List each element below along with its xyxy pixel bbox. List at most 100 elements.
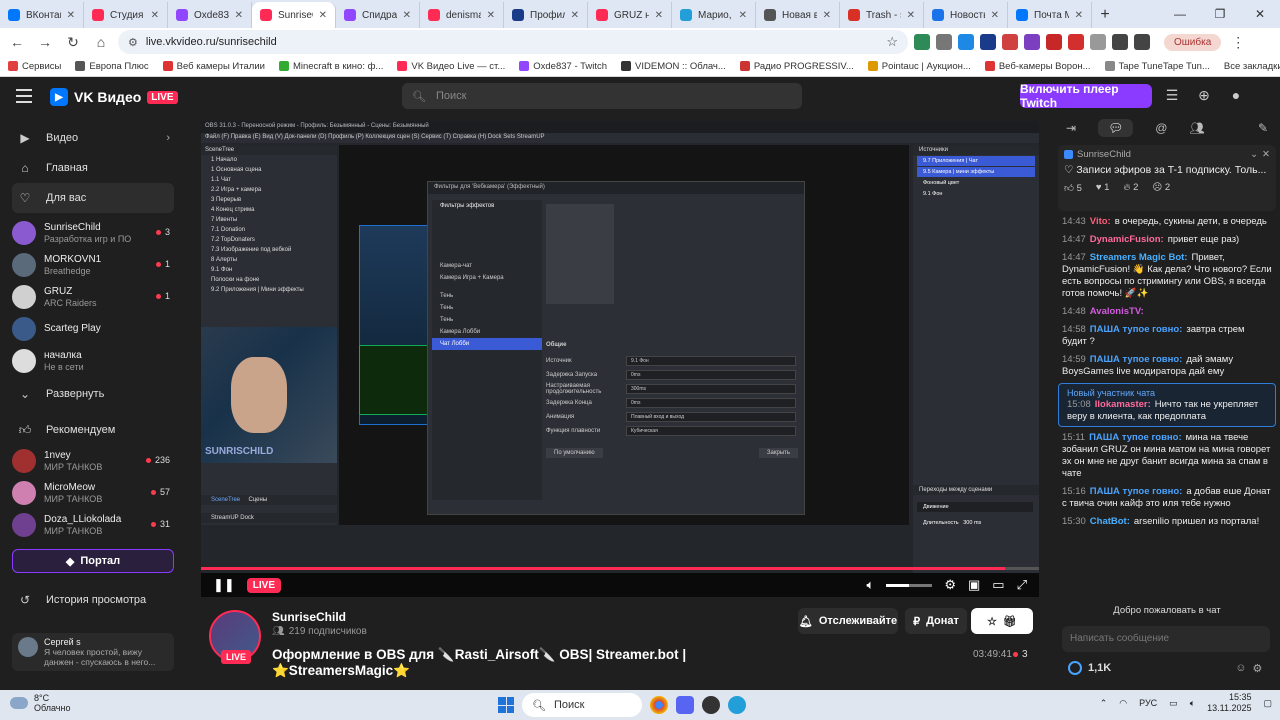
chat-input[interactable]: Написать сообщение: [1062, 626, 1270, 652]
extension-icon[interactable]: [1046, 34, 1062, 50]
bookmark-link[interactable]: Веб-камеры Ворон...: [984, 61, 1091, 72]
browser-tab[interactable]: Студия — ✕: [84, 2, 168, 28]
language-indicator[interactable]: РУС: [1139, 698, 1157, 708]
history-link[interactable]: ↺ История просмотра: [0, 585, 186, 615]
channel-item[interactable]: 1nvey МИР ТАНКОВ 236: [0, 445, 186, 477]
close-icon[interactable]: ✕: [655, 10, 663, 21]
channel-points[interactable]: 1,1K ☺ ⚙: [1068, 661, 1262, 675]
channel-name[interactable]: SunriseChild: [272, 610, 346, 624]
browser-tab[interactable]: denismajo ✕: [420, 2, 504, 28]
follow-button[interactable]: 🔔︎ Отслеживайте: [798, 608, 898, 634]
channel-item[interactable]: Doza_LLiokolada МИР ТАНКОВ 31: [0, 509, 186, 541]
bookmark-link[interactable]: Радио PROGRESSIV...: [739, 61, 854, 72]
bookmark-link[interactable]: VK Видео Live — ст...: [397, 61, 505, 72]
close-icon[interactable]: ✕: [235, 10, 243, 21]
chat-tab-icon[interactable]: 💬︎: [1098, 119, 1134, 137]
chat-message[interactable]: 14:48 AvalonisTV:: [1054, 303, 1280, 321]
favorite-gift-button[interactable]: ☆ 🎁︎: [971, 608, 1033, 634]
chat-message[interactable]: 14:47 Streamers Magic Bot: Привет, Dynamic…: [1054, 249, 1280, 303]
gift-icon[interactable]: 🎁︎: [1003, 615, 1017, 628]
volume-icon[interactable]: 🔈︎: [867, 577, 875, 593]
browser-tab[interactable]: Новость ✕: [924, 2, 1008, 28]
home-icon[interactable]: ⌂: [90, 31, 112, 53]
activity-card[interactable]: Сергей s Я человек простой, вижу данжен …: [12, 633, 174, 671]
url-field[interactable]: ⚙ live.vkvideo.ru/sunrisechild ☆: [118, 30, 908, 54]
chat-settings-icon[interactable]: ✎: [1258, 121, 1268, 135]
menu-kebab-icon[interactable]: ⋮: [1227, 31, 1249, 53]
mentions-tab-icon[interactable]: @: [1155, 121, 1167, 135]
chat-message[interactable]: 15:11 ПАША тупое говно: мина на твече зоба…: [1054, 429, 1280, 483]
sidebar-item[interactable]: ⌂ Главная: [0, 153, 186, 183]
message-user[interactable]: DynamicFusion:: [1090, 234, 1164, 245]
enable-twitch-player-button[interactable]: Включить плеер Twitch: [1020, 82, 1152, 110]
browser-tab[interactable]: Профиль ✕: [504, 2, 588, 28]
fullscreen-icon[interactable]: ⤢: [1017, 577, 1027, 593]
channel-item[interactable]: SunriseChild Разработка игр и ПО 3: [0, 217, 186, 249]
reload-icon[interactable]: ↻: [62, 31, 84, 53]
site-info-icon[interactable]: ⚙: [128, 36, 138, 49]
collapse-chat-icon[interactable]: ⇥: [1066, 121, 1076, 135]
chat-message[interactable]: 14:43 Vito: в очередь, сукины дети, в очер…: [1054, 213, 1280, 231]
close-window-icon[interactable]: ✕: [1240, 0, 1280, 28]
volume-slider[interactable]: [886, 583, 933, 587]
message-user[interactable]: ПАША тупое говно:: [1090, 354, 1183, 365]
search-input[interactable]: 🔍︎ Поиск: [402, 83, 802, 109]
message-user[interactable]: Vito:: [1090, 216, 1111, 227]
weather-widget[interactable]: 8°C Облачно: [10, 693, 70, 713]
theater-mode-icon[interactable]: ▭: [992, 577, 1004, 593]
clock[interactable]: 15:35 13.11.2025: [1207, 692, 1251, 714]
message-user[interactable]: Ilokamaster:: [1095, 399, 1151, 410]
expand-button[interactable]: ⌄ Развернуть: [0, 379, 186, 409]
extension-icon[interactable]: [1068, 34, 1084, 50]
message-user[interactable]: Streamers Magic Bot:: [1090, 252, 1188, 263]
bookmark-star-icon[interactable]: ☆: [886, 34, 898, 50]
browser-tab[interactable]: Марио, а ✕: [672, 2, 756, 28]
windows-start-icon[interactable]: [498, 697, 514, 713]
pip-icon[interactable]: ▣: [968, 577, 980, 593]
discord-icon[interactable]: [676, 696, 694, 714]
bookmark-link[interactable]: Pointauc | Аукцион...: [867, 61, 971, 72]
bookmark-link[interactable]: Tape TuneTape Tun...: [1104, 61, 1210, 72]
extension-icon[interactable]: [914, 34, 930, 50]
reaction-thumbs-up-icon[interactable]: 👍︎ 5: [1064, 182, 1082, 194]
browser-tab[interactable]: ВКонтакте ✕: [0, 2, 84, 28]
star-icon[interactable]: ☆: [987, 615, 997, 628]
restore-icon[interactable]: ❐: [1200, 0, 1240, 28]
portal-button[interactable]: ◆ Портал: [12, 549, 174, 573]
extension-icon[interactable]: [1024, 34, 1040, 50]
all-bookmarks-link[interactable]: Все закладки: [1224, 61, 1280, 72]
telegram-icon[interactable]: [728, 696, 746, 714]
video-player[interactable]: OBS 31.0.3 - Переносной режим - Профиль:…: [201, 121, 1039, 597]
notifications-icon[interactable]: ▢: [1263, 698, 1272, 709]
extension-icon[interactable]: [1002, 34, 1018, 50]
browser-tab[interactable]: Новая вкл ✕: [756, 2, 840, 28]
channel-item[interactable]: MicroMeow МИР ТАНКОВ 57: [0, 477, 186, 509]
message-user[interactable]: AvalonisTV:: [1090, 306, 1144, 317]
chat-message[interactable]: 14:47 DynamicFusion: привет еще раз): [1054, 231, 1280, 249]
avatar[interactable]: ●: [1228, 87, 1244, 103]
browser-tab[interactable]: Спидранн ✕: [336, 2, 420, 28]
add-icon[interactable]: ⊕: [1196, 87, 1212, 103]
chat-message[interactable]: 14:59 ПАША тупое говно: дай эмаму BoysGame…: [1054, 351, 1280, 381]
close-icon[interactable]: ✕: [823, 10, 831, 21]
browser-tab[interactable]: GRUZ на ✕: [588, 2, 672, 28]
extension-icon[interactable]: [1134, 34, 1150, 50]
vk-video-logo[interactable]: ▶ VK Видео LIVE: [50, 88, 178, 106]
close-icon[interactable]: ✕: [571, 10, 579, 21]
settings-gear-icon[interactable]: ⚙: [1252, 662, 1262, 675]
browser-tab[interactable]: Trash - se ✕: [840, 2, 924, 28]
subscriptions-icon[interactable]: ☰: [1164, 87, 1180, 103]
close-icon[interactable]: ✕: [67, 10, 75, 21]
chat-message[interactable]: Новый участник чата 15:08 Ilokamaster: Ничт…: [1058, 383, 1276, 427]
settings-gear-icon[interactable]: ⚙: [944, 577, 956, 593]
wifi-icon[interactable]: ◠: [1119, 698, 1127, 709]
pause-icon[interactable]: ❚❚: [213, 577, 235, 593]
message-user[interactable]: ПАША тупое говно:: [1090, 324, 1183, 335]
close-icon[interactable]: ✕: [739, 10, 747, 21]
live-progress-bar[interactable]: [201, 567, 1039, 570]
channel-item[interactable]: Scarteg Play: [0, 313, 186, 345]
chat-message[interactable]: 15:16 ПАША тупое говно: а добав еше Донат …: [1054, 483, 1280, 513]
bookmark-link[interactable]: VIDEMON :: Облач...: [621, 61, 726, 72]
minimize-icon[interactable]: —: [1160, 0, 1200, 28]
close-icon[interactable]: ✕: [1262, 149, 1270, 160]
